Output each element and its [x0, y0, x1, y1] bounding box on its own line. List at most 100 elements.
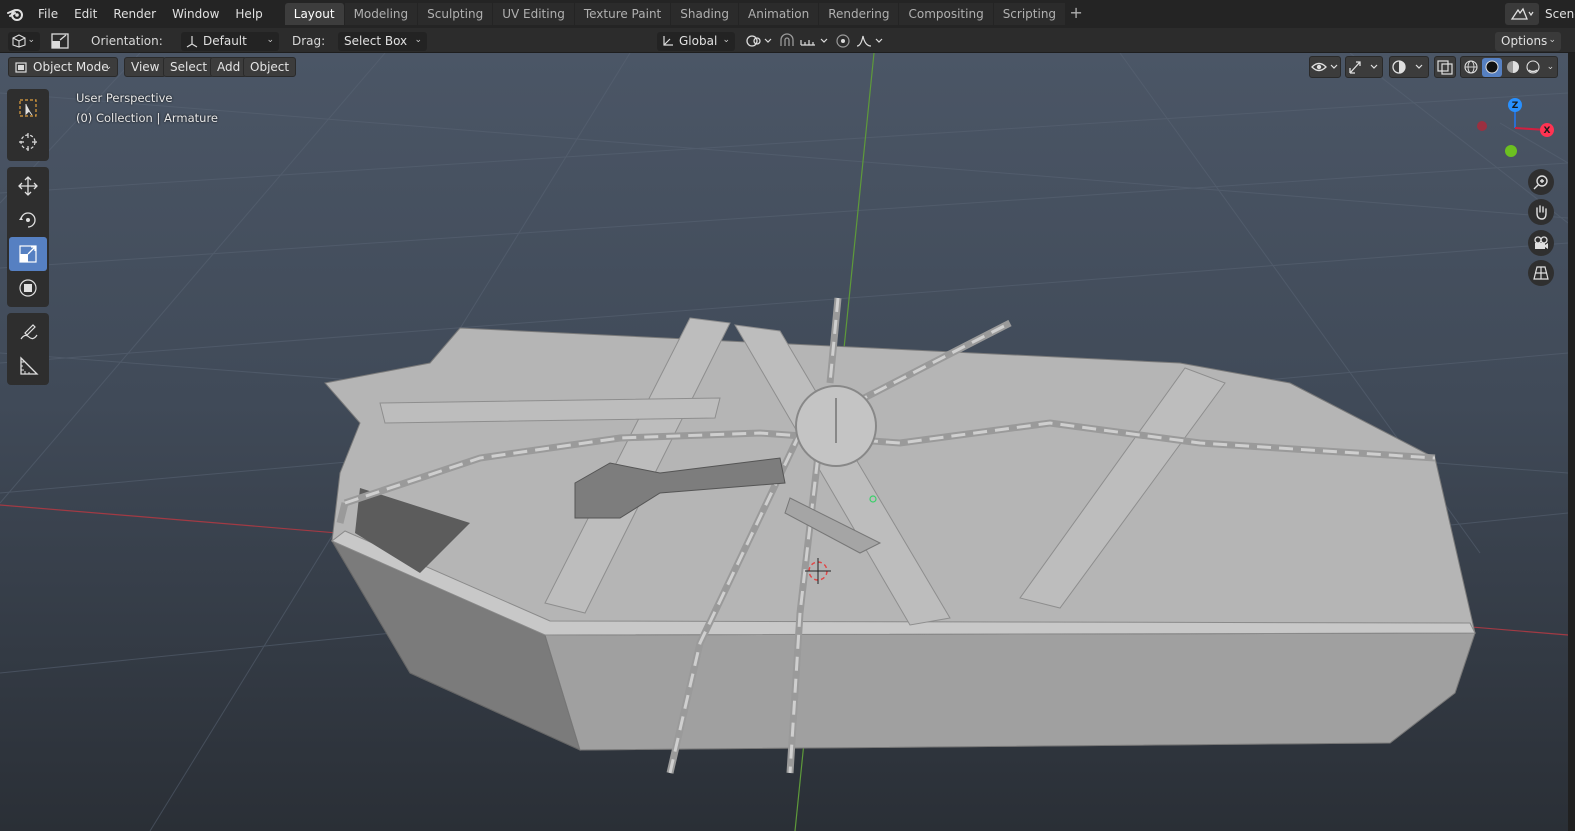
add-menu[interactable]: Add — [210, 57, 248, 77]
proportional-editing-icon — [836, 34, 850, 48]
select-menu[interactable]: Select — [163, 57, 215, 77]
tab-compositing[interactable]: Compositing — [899, 3, 993, 25]
falloff-curve-icon — [856, 35, 883, 47]
snap-target-dropdown[interactable] — [798, 31, 830, 51]
camera-view-button[interactable] — [1528, 230, 1554, 256]
tab-shading[interactable]: Shading — [671, 3, 738, 25]
transform-tool[interactable] — [9, 271, 47, 305]
visibility-dropdown[interactable] — [1309, 56, 1341, 78]
select-box-tool[interactable] — [9, 91, 47, 125]
workspace-tabs: Layout Modeling Sculpting UV Editing Tex… — [284, 3, 1086, 25]
neg-x-axis-handle[interactable] — [1477, 121, 1487, 131]
add-workspace-button[interactable]: + — [1066, 3, 1086, 25]
scene-icon — [1510, 7, 1534, 20]
menu-window[interactable]: Window — [164, 3, 227, 25]
tab-uv-editing[interactable]: UV Editing — [493, 3, 574, 25]
material-shading-button[interactable] — [1502, 58, 1523, 77]
top-menu-bar: File Edit Render Window Help Layout Mode… — [0, 0, 1575, 28]
drag-value: Select Box — [344, 34, 408, 48]
tab-rendering[interactable]: Rendering — [819, 3, 899, 25]
tab-animation[interactable]: Animation — [739, 3, 819, 25]
chevron-down-icon: ⌄ — [722, 34, 730, 45]
overlays-dropdown[interactable] — [1389, 56, 1429, 78]
mode-dropdown[interactable]: Object Mode ⌄ — [8, 57, 118, 77]
tab-texture-paint[interactable]: Texture Paint — [574, 3, 671, 25]
shading-options-button[interactable]: ⌄ — [1544, 58, 1557, 77]
drag-dropdown[interactable]: Select Box ⌄ — [338, 31, 427, 51]
rotate-icon — [19, 212, 36, 228]
menu-file[interactable]: File — [30, 3, 66, 25]
pivot-point-dropdown[interactable] — [743, 31, 773, 51]
3d-viewport-icon — [12, 34, 26, 48]
tab-sculpting[interactable]: Sculpting — [418, 3, 493, 25]
snap-increment-icon — [800, 38, 828, 46]
tab-scripting[interactable]: Scripting — [993, 3, 1066, 25]
proportional-editing-toggle[interactable] — [834, 31, 852, 51]
orientation-label: Orientation: — [91, 34, 163, 48]
blender-logo-icon[interactable] — [2, 0, 30, 28]
xray-icon — [1437, 60, 1453, 75]
menu-render[interactable]: Render — [105, 3, 164, 25]
scale-tool-indicator — [50, 31, 70, 51]
cursor-tool[interactable] — [9, 125, 47, 159]
zoom-button[interactable] — [1528, 169, 1554, 195]
orientation-dropdown[interactable]: Default ⌄ — [181, 31, 279, 51]
scale-tool[interactable] — [9, 237, 47, 271]
snap-toggle[interactable] — [777, 31, 797, 51]
scale-icon — [19, 245, 37, 263]
annotate-tool-group — [7, 313, 49, 385]
rotate-tool[interactable] — [9, 203, 47, 237]
collection-label: (0) Collection | Armature — [76, 111, 219, 125]
grid-perspective-icon — [1533, 266, 1549, 280]
x-axis-label: X — [1544, 126, 1551, 136]
zoom-icon — [1533, 175, 1548, 190]
navigation-gizmo[interactable]: Z X — [1475, 93, 1565, 163]
eye-icon — [1311, 62, 1338, 72]
magnet-icon — [780, 33, 794, 46]
transform-orientation-dropdown[interactable]: Global ⌄ — [657, 31, 735, 51]
transform-orientation-value: Global — [679, 34, 718, 48]
pan-button[interactable] — [1528, 199, 1554, 225]
proportional-falloff-dropdown[interactable] — [855, 31, 887, 51]
object-menu[interactable]: Object — [243, 57, 297, 77]
y-axis-handle[interactable] — [1505, 145, 1517, 157]
annotate-tool[interactable] — [9, 315, 47, 349]
transform-icon — [19, 279, 37, 297]
move-icon — [18, 176, 38, 196]
xray-toggle[interactable] — [1434, 56, 1456, 78]
perspective-toggle-button[interactable] — [1528, 260, 1554, 286]
scene-browse-button[interactable] — [1505, 3, 1539, 25]
measure-tool[interactable] — [9, 349, 47, 383]
chevron-down-icon: ⌄ — [104, 62, 112, 72]
viewport-divider[interactable] — [1568, 53, 1575, 831]
menu-edit[interactable]: Edit — [66, 3, 105, 25]
viewport-info-overlay: User Perspective (0) Collection | Armatu… — [76, 88, 218, 128]
editor-type-button[interactable]: ⌄ — [8, 31, 40, 51]
coffin-model[interactable] — [324, 297, 1476, 774]
3d-viewport[interactable]: Object Mode ⌄ View Select Add Object ⌄ U… — [0, 53, 1568, 831]
gizmo-dropdown[interactable] — [1345, 56, 1383, 78]
drag-label: Drag: — [292, 34, 326, 48]
rendered-sphere-icon — [1526, 60, 1541, 74]
solid-shading-button[interactable] — [1481, 57, 1503, 77]
scale-icon — [51, 33, 69, 49]
wireframe-icon — [1464, 60, 1478, 74]
z-axis-label: Z — [1512, 101, 1519, 111]
tab-layout[interactable]: Layout — [284, 3, 344, 25]
tab-modeling[interactable]: Modeling — [344, 3, 418, 25]
select-tool-group — [7, 89, 49, 161]
chevron-down-icon: ⌄ — [266, 34, 274, 45]
chevron-down-icon: ⌄ — [27, 34, 35, 45]
view-menu[interactable]: View — [124, 57, 167, 77]
wireframe-shading-button[interactable] — [1461, 58, 1482, 77]
rendered-shading-button[interactable] — [1523, 58, 1544, 77]
shading-mode-group: ⌄ — [1460, 56, 1558, 78]
orientation-icon — [186, 35, 198, 48]
chevron-down-icon: ⌄ — [414, 34, 422, 45]
menu-help[interactable]: Help — [227, 3, 270, 25]
chevron-down-icon: ⌄ — [1548, 34, 1556, 45]
move-tool[interactable] — [9, 169, 47, 203]
tool-settings-header: ⌄ Orientation: Default ⌄ Drag: Select Bo… — [0, 28, 1575, 53]
scene-name[interactable]: Scene — [1545, 7, 1575, 21]
options-dropdown[interactable]: Options ⌄ — [1495, 31, 1561, 51]
